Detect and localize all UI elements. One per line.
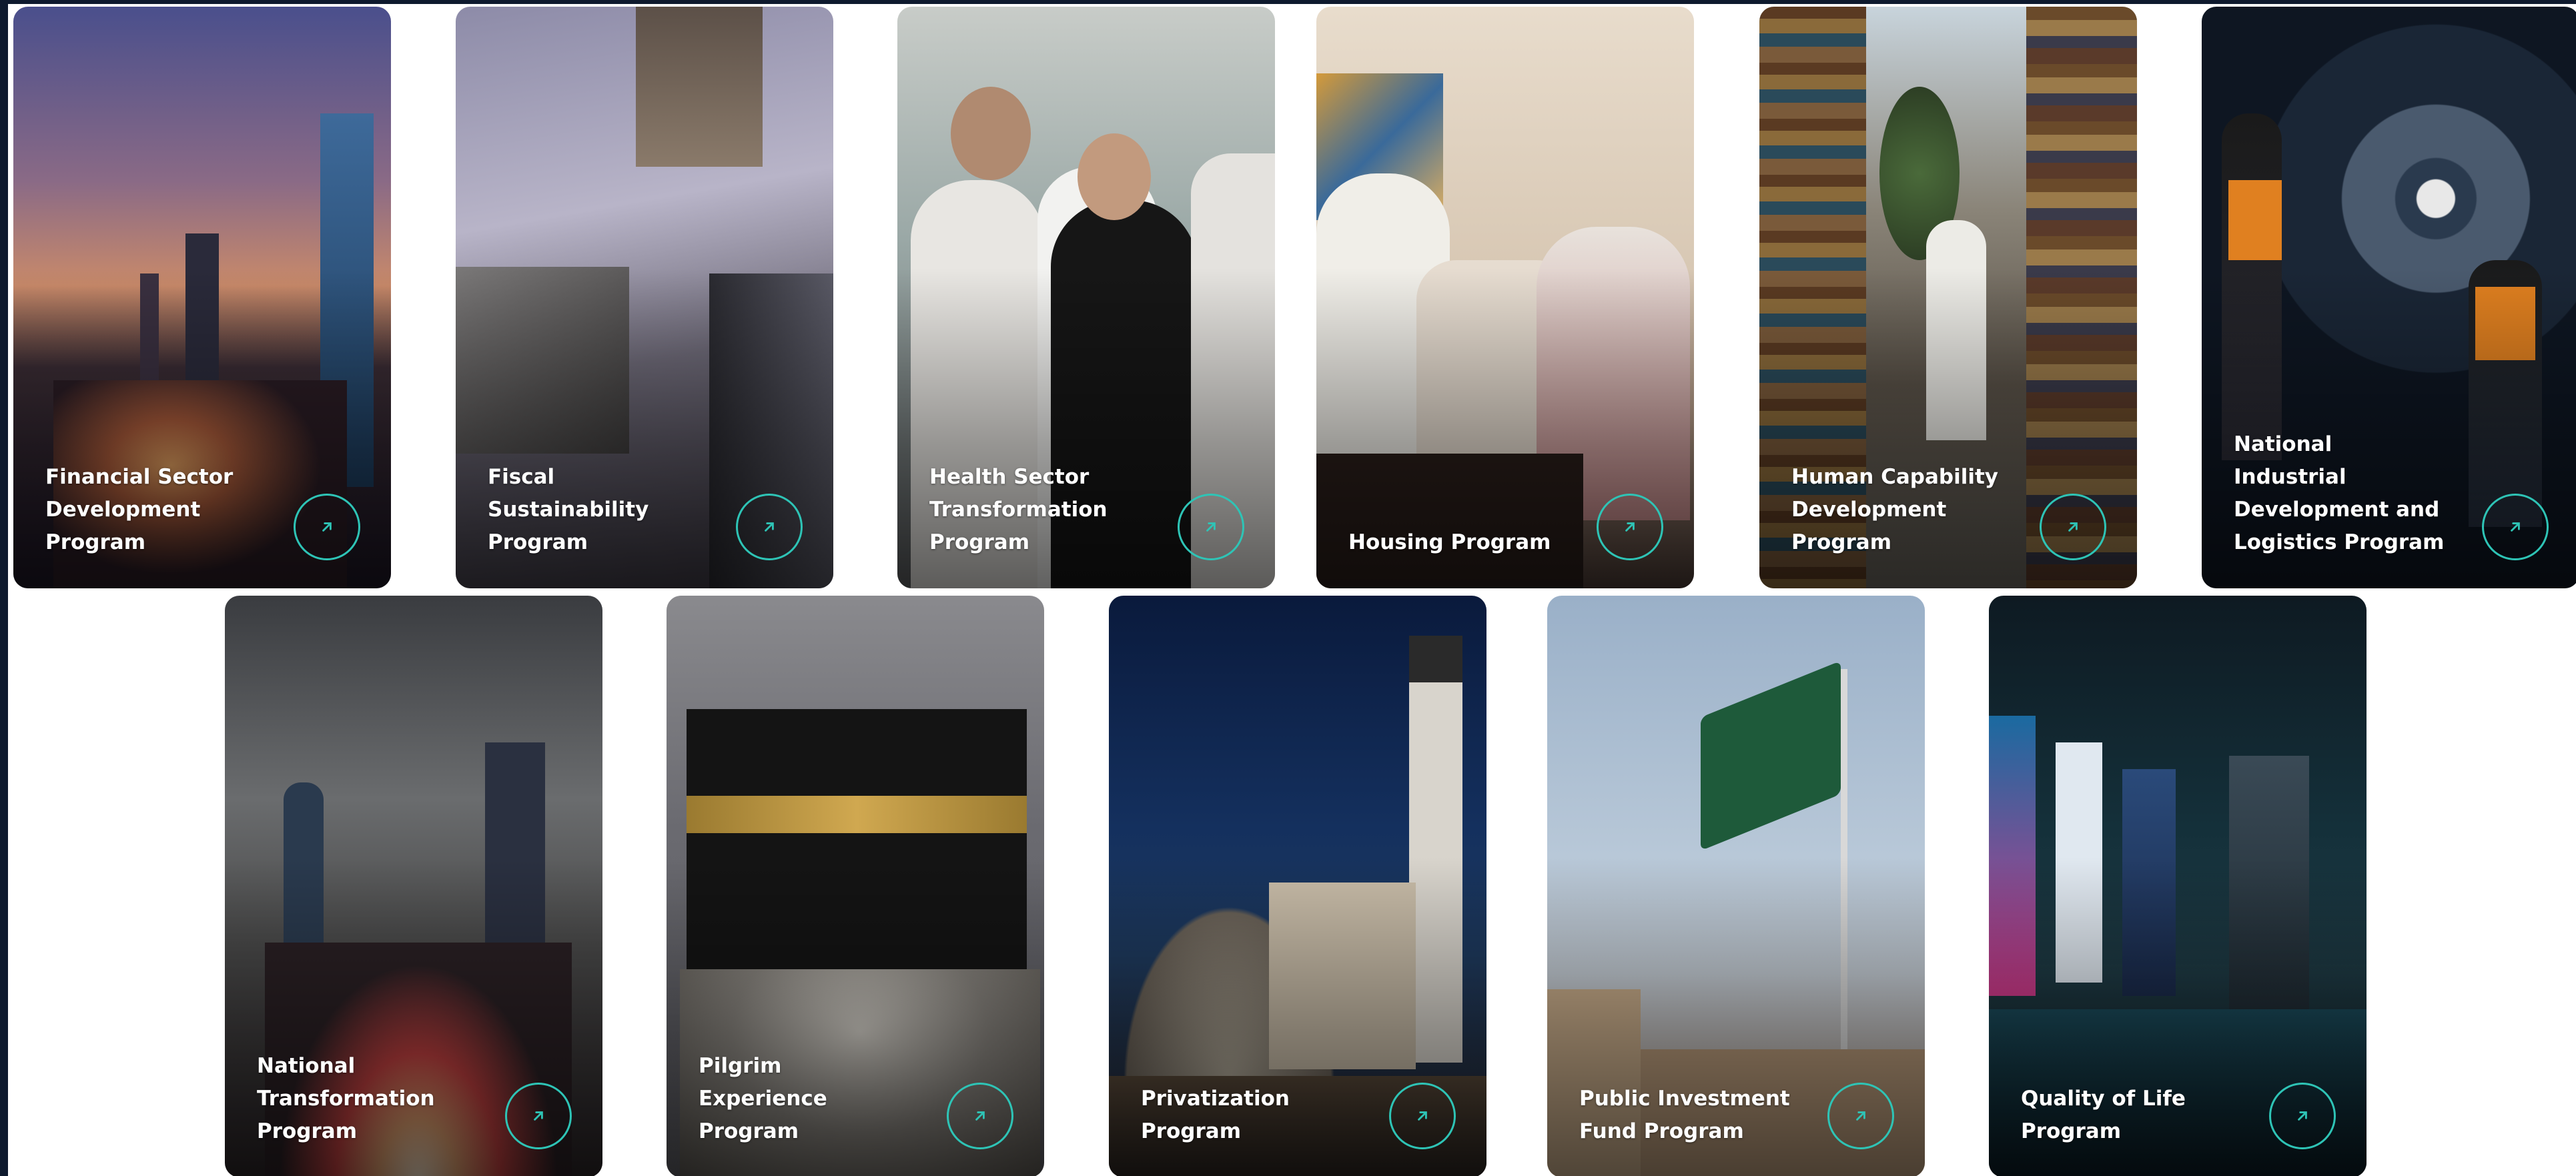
open-program-button[interactable] bbox=[294, 494, 360, 560]
program-label: Public Investment Fund Program bbox=[1579, 1087, 1790, 1143]
open-program-button[interactable] bbox=[1597, 494, 1663, 560]
program-card-financial-sector[interactable]: Financial Sector Development Program bbox=[13, 7, 391, 588]
programs-page: Financial Sector Development Program Fis… bbox=[0, 0, 2576, 1176]
arrow-up-right-icon bbox=[1856, 1111, 1865, 1121]
arrow-up-right-icon bbox=[975, 1111, 985, 1121]
program-label: Fiscal Sustainability Program bbox=[488, 465, 649, 554]
program-card-health-sector[interactable]: Health Sector Transformation Program bbox=[897, 7, 1275, 588]
program-label: National Transformation Program bbox=[257, 1054, 435, 1143]
program-card-privatization[interactable]: Privatization Program bbox=[1109, 596, 1486, 1176]
program-label: Health Sector Transformation Program bbox=[929, 465, 1108, 554]
program-card-public-investment-fund[interactable]: Public Investment Fund Program bbox=[1547, 596, 1925, 1176]
open-program-button[interactable] bbox=[736, 494, 803, 560]
arrow-up-right-icon bbox=[2068, 522, 2078, 532]
window-edge-top bbox=[0, 0, 2576, 4]
program-label: Privatization Program bbox=[1141, 1087, 1290, 1143]
arrow-up-right-icon bbox=[2298, 1111, 2307, 1121]
open-program-button[interactable] bbox=[1389, 1083, 1456, 1149]
window-edge-left bbox=[0, 0, 8, 1176]
arrow-up-right-icon bbox=[322, 522, 332, 532]
program-card-national-industrial[interactable]: National Industrial Development and Logi… bbox=[2202, 7, 2576, 588]
open-program-button[interactable] bbox=[2040, 494, 2106, 560]
open-program-button[interactable] bbox=[2482, 494, 2549, 560]
program-card-fiscal-sustainability[interactable]: Fiscal Sustainability Program bbox=[456, 7, 833, 588]
open-program-button[interactable] bbox=[947, 1083, 1013, 1149]
program-card-housing[interactable]: Housing Program bbox=[1316, 7, 1694, 588]
arrow-up-right-icon bbox=[765, 522, 774, 532]
arrow-up-right-icon bbox=[1625, 522, 1635, 532]
open-program-button[interactable] bbox=[505, 1083, 572, 1149]
open-program-button[interactable] bbox=[1178, 494, 1244, 560]
program-label: National Industrial Development and Logi… bbox=[2234, 432, 2445, 554]
program-label: Financial Sector Development Program bbox=[45, 465, 234, 554]
program-label: Housing Program bbox=[1348, 530, 1551, 554]
open-program-button[interactable] bbox=[1827, 1083, 1894, 1149]
program-label: Human Capability Development Program bbox=[1791, 465, 1998, 554]
program-card-human-capability[interactable]: Human Capability Development Program bbox=[1759, 7, 2137, 588]
open-program-button[interactable] bbox=[2269, 1083, 2336, 1149]
program-label: Quality of Life Program bbox=[2021, 1087, 2186, 1143]
program-card-national-transformation[interactable]: National Transformation Program bbox=[225, 596, 602, 1176]
arrow-up-right-icon bbox=[2511, 522, 2520, 532]
arrow-up-right-icon bbox=[1206, 522, 1216, 532]
program-label: Pilgrim Experience Program bbox=[699, 1054, 827, 1143]
arrow-up-right-icon bbox=[1418, 1111, 1427, 1121]
program-card-quality-of-life[interactable]: Quality of Life Program bbox=[1989, 596, 2367, 1176]
arrow-up-right-icon bbox=[534, 1111, 543, 1121]
program-card-pilgrim-experience[interactable]: Pilgrim Experience Program bbox=[667, 596, 1044, 1176]
